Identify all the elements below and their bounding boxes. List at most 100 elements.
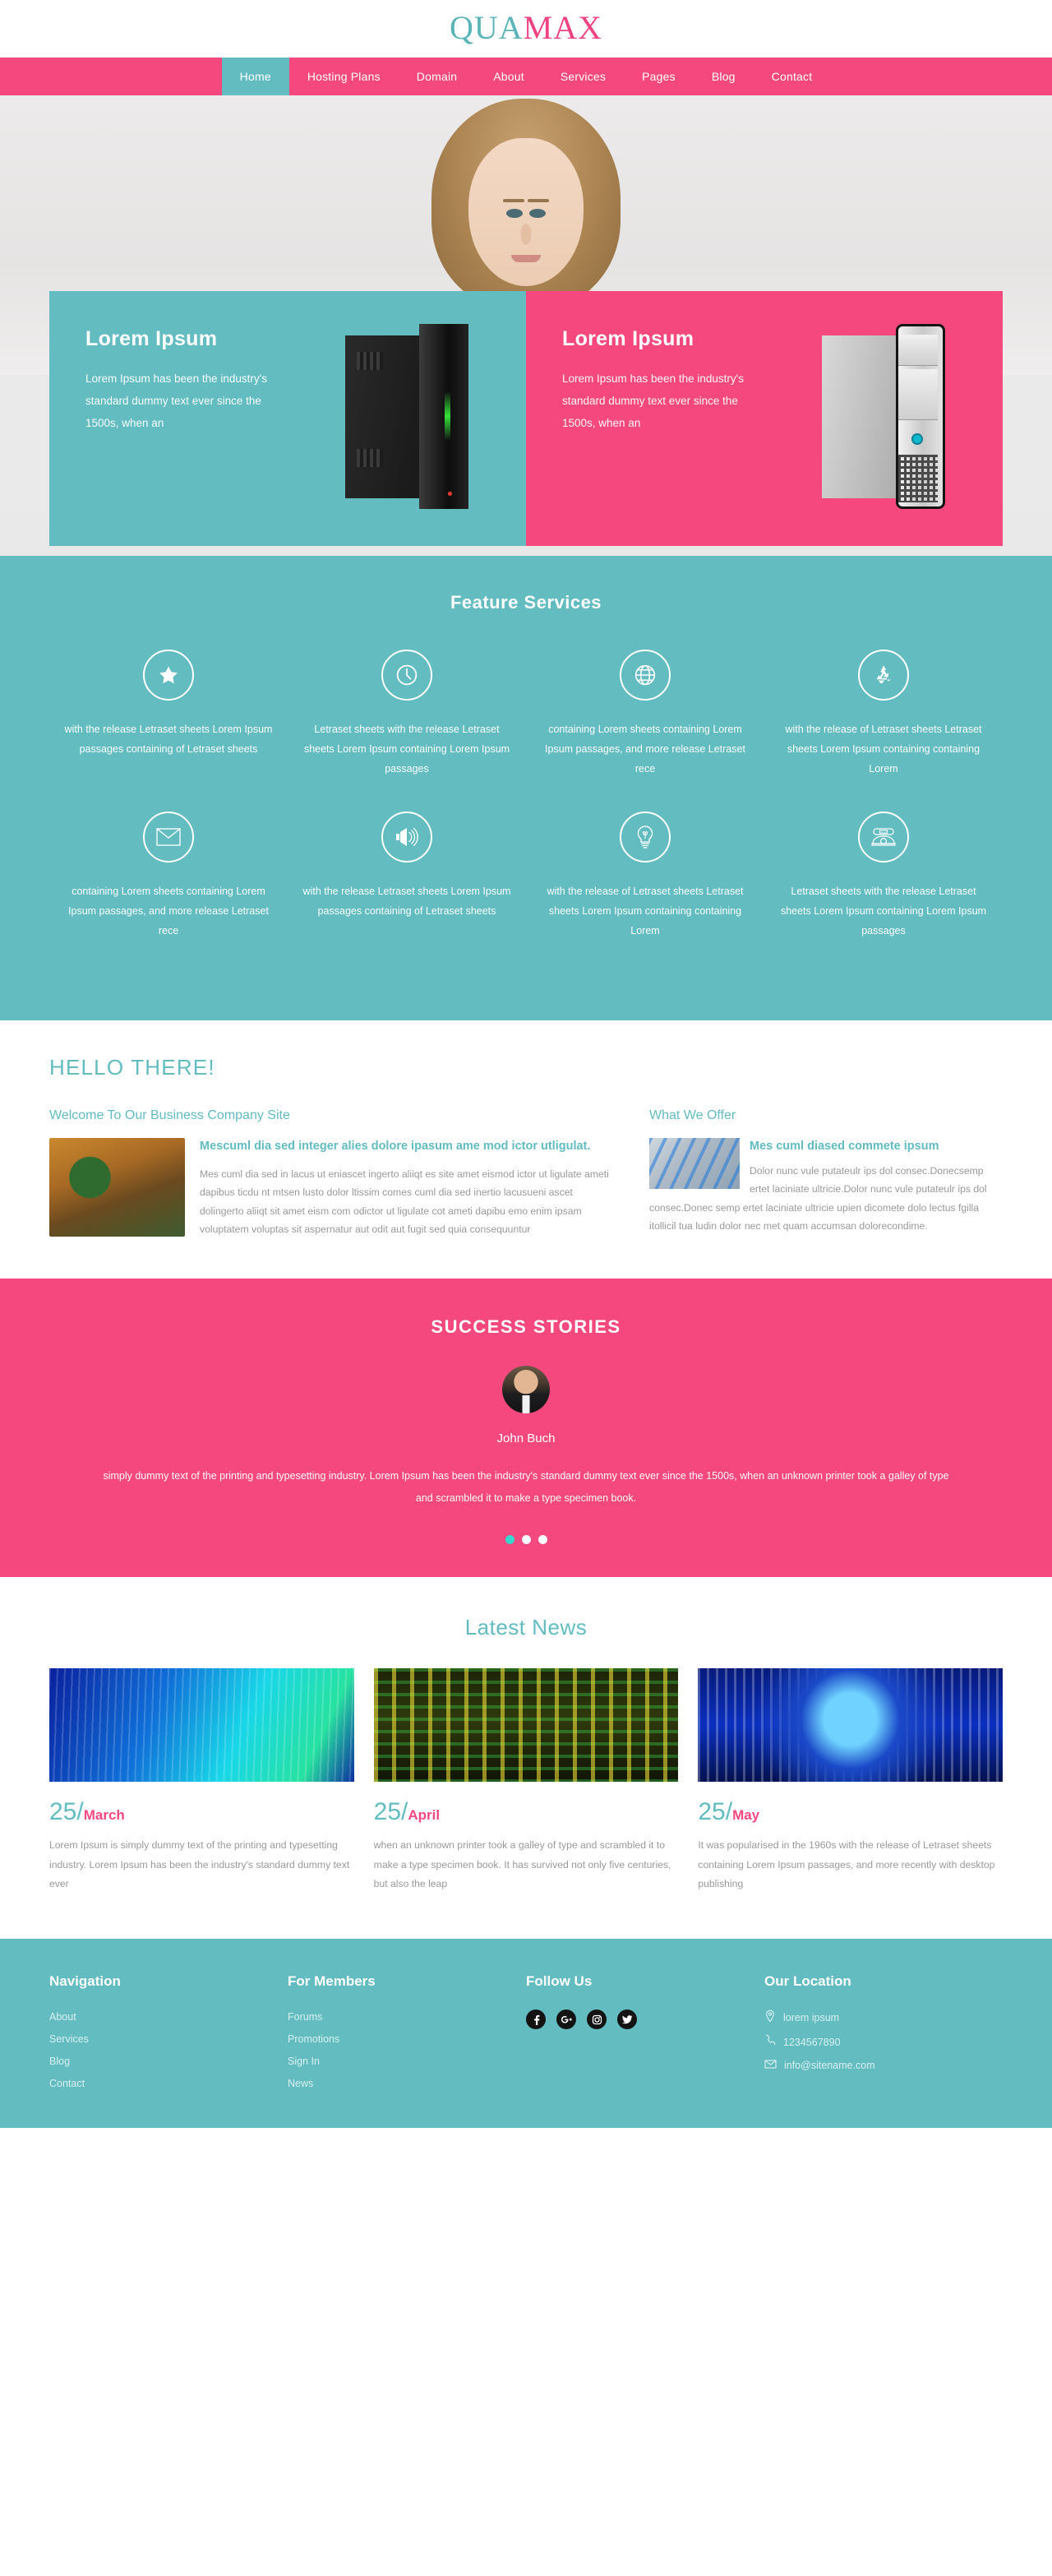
welcome-subheading: Welcome To Our Business Company Site — [49, 1108, 290, 1122]
footer-location-text: lorem ipsum — [783, 2011, 840, 2023]
news-card[interactable]: 25/April when an unknown printer took a g… — [373, 1667, 679, 1894]
testimonial-quote: simply dummy text of the printing and ty… — [103, 1469, 949, 1505]
welcome-column: Welcome To Our Business Company Site Mes… — [49, 1108, 616, 1239]
footer-members-column: For Members Forums Promotions Sign In News — [288, 1973, 526, 2098]
offer-subheading: What We Offer — [649, 1108, 736, 1122]
feature-item[interactable]: with the release of Letraset sheets Letr… — [764, 650, 1003, 779]
footer-list-item: Promotions — [288, 2032, 526, 2046]
telephone-icon[interactable] — [858, 812, 909, 863]
date-separator: / — [725, 1797, 733, 1825]
chef-cooking-image — [49, 1137, 185, 1237]
nav-item-blog[interactable]: Blog — [694, 58, 754, 95]
nav-item-about[interactable]: About — [475, 58, 542, 95]
feature-item-text: with the release Letraset sheets Lorem I… — [64, 724, 273, 755]
footer-location-text: info@sitename.com — [784, 2060, 875, 2072]
nav-item-hosting-plans[interactable]: Hosting Plans — [289, 58, 399, 95]
twitter-icon[interactable] — [617, 2009, 637, 2030]
feature-item[interactable]: Letraset sheets with the release Letrase… — [288, 650, 526, 779]
news-card[interactable]: 25/March Lorem Ipsum is simply dummy text… — [49, 1667, 354, 1894]
recycle-icon[interactable] — [858, 650, 909, 701]
footer-list-item: Services — [49, 2032, 288, 2046]
hero-promo-text: Lorem Ipsum has been the industry's stan… — [85, 372, 267, 429]
footer-member-link-sign-in[interactable]: Sign In — [288, 2056, 320, 2067]
success-stories-section: SUCCESS STORIES John Buch simply dummy t… — [0, 1278, 1052, 1577]
what-we-offer-column: What We Offer Mes cuml diased commete ip… — [649, 1108, 1003, 1239]
hero-promo-box-2[interactable]: Lorem Ipsum Lorem Ipsum has been the indu… — [526, 291, 1003, 546]
footer-follow-column: Follow Us — [526, 1973, 764, 2098]
clock-icon[interactable] — [381, 650, 432, 701]
lightbulb-icon[interactable] — [620, 812, 671, 863]
phone-icon — [764, 2034, 776, 2050]
news-date: 25/May — [698, 1797, 1003, 1825]
welcome-article-body: Mes cuml dia sed in lacus ut eniascet in… — [200, 1168, 609, 1236]
latest-news-section: Latest News 25/March Lorem Ipsum is simpl… — [0, 1576, 1052, 1940]
feature-item[interactable]: containing Lorem sheets containing Lorem… — [526, 650, 764, 779]
feature-item-text: with the release of Letraset sheets Letr… — [547, 886, 744, 937]
footer-members-title: For Members — [288, 1973, 376, 1990]
news-excerpt: Lorem Ipsum is simply dummy text of the … — [49, 1838, 350, 1890]
news-day: 25 — [698, 1797, 726, 1825]
server-room-lights — [373, 1667, 679, 1782]
footer-list-item: Blog — [49, 2054, 288, 2069]
site-logo[interactable]: QUAMAX — [0, 12, 1052, 44]
testimonial-slider-dots — [49, 1534, 1003, 1544]
feature-item[interactable]: Letraset sheets with the release Letrase… — [764, 812, 1003, 941]
feature-item[interactable]: containing Lorem sheets containing Lorem… — [49, 812, 288, 941]
latest-news-title: Latest News — [464, 1614, 588, 1639]
feature-services-section: Feature Services with the release Letras… — [0, 556, 1052, 1020]
footer-location-row: info@sitename.com — [764, 2059, 1003, 2072]
feature-item[interactable]: with the release Letraset sheets Lorem I… — [288, 812, 526, 941]
nav-item-pages[interactable]: Pages — [624, 58, 694, 95]
instagram-icon[interactable] — [587, 2009, 607, 2030]
welcome-article-title: Mescuml dia sed integer alies dolore ipa… — [200, 1139, 591, 1153]
testimonial-avatar — [502, 1365, 550, 1413]
logo-text-primary: QUA — [449, 9, 524, 46]
nav-item-contact[interactable]: Contact — [754, 58, 831, 95]
logo-text-secondary: MAX — [523, 9, 602, 46]
success-stories-title: SUCCESS STORIES — [431, 1316, 621, 1337]
header-logo-bar: QUAMAX — [0, 0, 1052, 58]
star-icon[interactable] — [143, 650, 194, 701]
footer-nav-link-contact[interactable]: Contact — [49, 2078, 85, 2089]
feature-item[interactable]: with the release of Letraset sheets Letr… — [526, 812, 764, 941]
facebook-icon[interactable] — [526, 2009, 546, 2030]
footer-member-link-forums[interactable]: Forums — [288, 2011, 322, 2023]
slider-dot-2[interactable] — [521, 1534, 531, 1544]
footer-nav-link-blog[interactable]: Blog — [49, 2056, 70, 2067]
news-month: May — [732, 1806, 760, 1823]
news-date: 25/April — [374, 1799, 679, 1824]
envelope-icon[interactable] — [143, 812, 194, 863]
slider-dot-3[interactable] — [538, 1534, 547, 1544]
feature-item[interactable]: with the release Letraset sheets Lorem I… — [49, 650, 288, 779]
nav-item-domain[interactable]: Domain — [399, 58, 475, 95]
main-navigation: Home Hosting Plans Domain About Services Page… — [0, 58, 1052, 95]
footer-nav-link-services[interactable]: Services — [49, 2033, 89, 2045]
news-card[interactable]: 25/May It was popularised in the 1960s wi… — [698, 1667, 1004, 1894]
footer-nav-link-about[interactable]: About — [49, 2011, 76, 2023]
feature-item-text: with the release of Letraset sheets Letr… — [785, 724, 982, 775]
mail-icon — [764, 2059, 777, 2072]
feature-item-text: Letraset sheets with the release Letrase… — [303, 724, 510, 775]
footer-location-column: Our Location lorem ipsum 1234567890 info@s… — [764, 1973, 1003, 2098]
silver-desktop-tower — [822, 324, 945, 509]
hero-promo-text: Lorem Ipsum has been the industry's stan… — [562, 372, 744, 429]
footer-list-item: Contact — [49, 2076, 288, 2091]
footer-navigation-column: Navigation About Services Blog Contact — [49, 1973, 288, 2098]
footer-member-link-news[interactable]: News — [288, 2078, 313, 2089]
nav-item-services[interactable]: Services — [542, 58, 624, 95]
google-plus-icon[interactable] — [556, 2009, 576, 2030]
hello-there-section: HELLO THERE! Welcome To Our Business Com… — [0, 1020, 1052, 1279]
hero-banner: Lorem Ipsum Lorem Ipsum has been the indu… — [0, 95, 1052, 556]
date-separator: / — [76, 1797, 84, 1825]
nav-item-home[interactable]: Home — [221, 58, 289, 95]
megaphone-icon[interactable] — [381, 812, 432, 863]
hero-promo-box-1[interactable]: Lorem Ipsum Lorem Ipsum has been the indu… — [49, 291, 526, 546]
footer-list-item: Forums — [288, 2009, 526, 2024]
footer-list-item: Sign In — [288, 2054, 526, 2069]
footer-location-text: 1234567890 — [783, 2036, 841, 2048]
slider-dot-1[interactable] — [505, 1534, 514, 1544]
footer-member-link-promotions[interactable]: Promotions — [288, 2033, 339, 2045]
globe-icon[interactable] — [620, 650, 671, 701]
news-day: 25 — [49, 1797, 77, 1825]
datacenter-image — [649, 1137, 740, 1189]
